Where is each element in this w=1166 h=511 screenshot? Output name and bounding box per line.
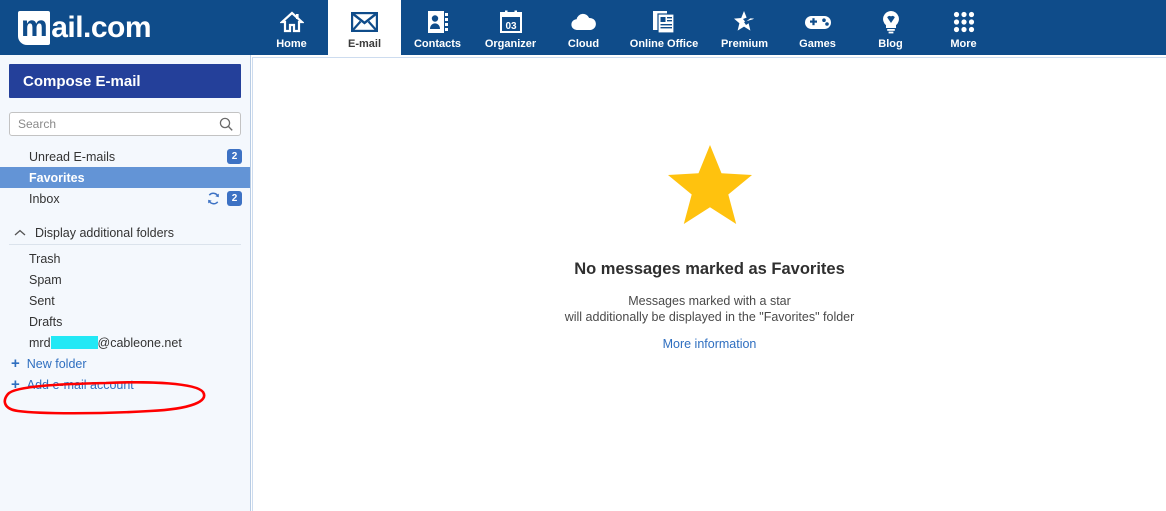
sidebar: Compose E-mail Unread E-mails 2 Favorite… (0, 55, 251, 511)
additional-folders-label: Display additional folders (35, 226, 174, 240)
new-folder-label: New folder (26, 356, 87, 371)
main-navigation: Home E-mail Contacts 03 Organizer Cloud (255, 0, 1000, 55)
nav-label: Blog (878, 37, 903, 50)
additional-folder-list: Trash Spam Sent Drafts mrd @cableone.net (0, 248, 250, 353)
brand-logo[interactable]: m ail.com (0, 0, 255, 55)
folder-label: Inbox (29, 191, 60, 206)
sidebar-item-inbox[interactable]: Inbox 2 (0, 188, 250, 209)
main-content-panel: No messages marked as Favorites Messages… (252, 57, 1166, 511)
search-box[interactable] (9, 112, 241, 136)
lightbulb-icon (881, 9, 901, 35)
nav-item-games[interactable]: Games (781, 0, 854, 55)
folder-label: Unread E-mails (29, 149, 116, 164)
nav-label: E-mail (347, 37, 381, 50)
chevron-up-icon (14, 229, 26, 237)
sidebar-item-drafts[interactable]: Drafts (0, 311, 250, 332)
folder-label: Sent (29, 293, 55, 308)
compose-email-button[interactable]: Compose E-mail (9, 64, 241, 98)
logo-m-mark: m (18, 10, 51, 45)
plus-icon: + (11, 354, 20, 372)
add-email-account-button[interactable]: + Add e-mail account (0, 374, 250, 395)
top-header: m ail.com Home E-mail Contacts 03 Organi… (0, 0, 1166, 55)
sidebar-item-linked-account[interactable]: mrd @cableone.net (0, 332, 250, 353)
redaction-block (50, 336, 98, 349)
folder-label: Drafts (29, 314, 63, 329)
add-account-label: Add e-mail account (26, 377, 134, 392)
empty-state-body-line2: will additionally be displayed in the "F… (564, 310, 855, 324)
nav-label: Contacts (413, 37, 462, 50)
grid-dots-icon (953, 9, 975, 35)
logo-text-group: m ail.com (18, 10, 152, 45)
documents-icon (652, 9, 676, 35)
nav-label: Online Office (629, 37, 699, 50)
gamepad-icon (804, 9, 832, 35)
plus-icon: + (11, 375, 20, 393)
nav-label: Premium (720, 37, 769, 50)
folder-label: Trash (29, 251, 61, 266)
sidebar-item-sent[interactable]: Sent (0, 290, 250, 311)
empty-state-body: Messages marked with a star will additio… (565, 293, 855, 325)
nav-label: More (950, 37, 977, 50)
nav-item-online-office[interactable]: Online Office (620, 0, 708, 55)
search-icon[interactable] (219, 117, 240, 131)
folder-label: Spam (29, 272, 62, 287)
more-information-link[interactable]: More information (663, 337, 757, 351)
nav-item-contacts[interactable]: Contacts (401, 0, 474, 55)
folder-label: Favorites (29, 170, 85, 185)
nav-label: Cloud (567, 37, 600, 50)
nav-item-organizer[interactable]: 03 Organizer (474, 0, 547, 55)
search-input[interactable] (10, 117, 219, 131)
account-address-suffix: @cableone.net (97, 335, 182, 350)
account-address-prefix: mrd (29, 335, 51, 350)
primary-folder-list: Unread E-mails 2 Favorites Inbox 2 (0, 146, 250, 209)
nav-item-email[interactable]: E-mail (328, 0, 401, 55)
nav-item-premium[interactable]: Premium (708, 0, 781, 55)
empty-state-title: No messages marked as Favorites (574, 260, 845, 278)
nav-item-blog[interactable]: Blog (854, 0, 927, 55)
refresh-icon[interactable] (206, 191, 221, 206)
new-folder-button[interactable]: + New folder (0, 353, 250, 374)
empty-state-body-line1: Messages marked with a star (628, 294, 791, 308)
envelope-icon (351, 9, 378, 35)
calendar-icon: 03 (499, 9, 523, 35)
favorites-empty-state: No messages marked as Favorites Messages… (253, 143, 1166, 351)
svg-text:03: 03 (505, 21, 517, 32)
sidebar-item-spam[interactable]: Spam (0, 269, 250, 290)
sidebar-item-trash[interactable]: Trash (0, 248, 250, 269)
nav-label: Games (799, 37, 836, 50)
inbox-count-badge: 2 (227, 191, 242, 206)
cloud-icon (570, 9, 598, 35)
nav-label: Organizer (484, 37, 537, 50)
nav-item-cloud[interactable]: Cloud (547, 0, 620, 55)
star-swoosh-icon (732, 9, 758, 35)
logo-wordmark: ail.com (51, 10, 152, 44)
home-icon (279, 9, 304, 35)
display-additional-folders-toggle[interactable]: Display additional folders (9, 222, 241, 245)
star-icon (666, 143, 754, 232)
nav-item-home[interactable]: Home (255, 0, 328, 55)
nav-label: Home (276, 37, 307, 50)
sidebar-item-favorites[interactable]: Favorites (0, 167, 250, 188)
unread-count-badge: 2 (227, 149, 242, 164)
sidebar-item-unread-emails[interactable]: Unread E-mails 2 (0, 146, 250, 167)
nav-item-more[interactable]: More (927, 0, 1000, 55)
contacts-icon (427, 9, 449, 35)
